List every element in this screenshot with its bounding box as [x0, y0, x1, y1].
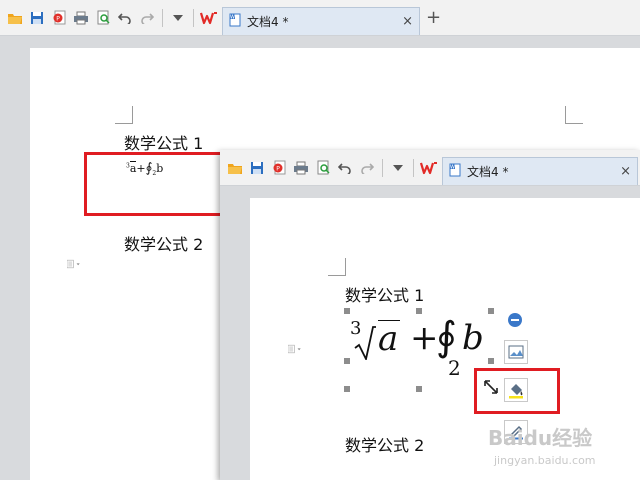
document-icon: W [229, 12, 241, 31]
watermark-url: jingyan.baidu.com [494, 454, 596, 467]
save-icon[interactable] [26, 7, 48, 29]
formula-lower-limit: 2 [448, 356, 461, 380]
formula-radicand: a [378, 319, 401, 359]
tab-close-button[interactable]: × [620, 164, 631, 179]
resize-handle[interactable] [488, 308, 494, 314]
resize-handle[interactable] [488, 358, 494, 364]
margin-corner-marker [328, 258, 346, 276]
heading-formula-2: 数学公式 2 [124, 235, 204, 254]
new-tab-button[interactable]: + [426, 7, 441, 28]
watermark-brand: Baidu经验 [488, 426, 593, 450]
resize-handle[interactable] [416, 308, 422, 314]
back-toolbar: P W 文档4 * × + [0, 0, 640, 36]
front-toolbar: P W 文档4 * × [220, 150, 640, 186]
formula-integral: ∮ [436, 314, 457, 360]
radical-sign-icon [354, 326, 376, 360]
heading-formula-1: 数学公式 1 [345, 286, 425, 305]
svg-text:W: W [450, 164, 455, 170]
margin-corner-marker [115, 106, 133, 124]
dropdown-icon[interactable] [167, 7, 189, 29]
document-icon: W [449, 162, 461, 181]
formula-plus: + [410, 318, 439, 358]
resize-handle[interactable] [344, 308, 350, 314]
export-pdf-icon[interactable]: P [48, 7, 70, 29]
resize-handle[interactable] [416, 386, 422, 392]
toolbar-separator [413, 158, 414, 177]
svg-text:P: P [56, 16, 60, 23]
highlight-box [474, 368, 560, 414]
svg-text:W: W [230, 14, 235, 20]
tab-title: 文档4 * [467, 164, 509, 179]
margin-corner-marker [565, 106, 583, 124]
formula-integrand: b [462, 318, 484, 358]
toolbar-separator [193, 8, 194, 27]
tab-document[interactable]: W 文档4 * × [442, 156, 638, 185]
paragraph-options-icon[interactable] [67, 257, 81, 271]
resize-handle[interactable] [344, 386, 350, 392]
dropdown-icon[interactable] [387, 157, 409, 179]
print-preview-icon[interactable] [92, 7, 114, 29]
layout-options-button[interactable] [504, 340, 528, 364]
collapse-minus-icon[interactable] [508, 313, 522, 327]
wps-logo-icon[interactable] [418, 157, 440, 179]
print-preview-icon[interactable] [312, 157, 334, 179]
wps-logo-icon[interactable] [198, 7, 220, 29]
open-folder-icon[interactable] [4, 7, 26, 29]
resize-handle[interactable] [344, 358, 350, 364]
undo-icon[interactable] [114, 7, 136, 29]
open-folder-icon[interactable] [224, 157, 246, 179]
tab-title: 文档4 * [247, 14, 289, 29]
export-pdf-icon[interactable]: P [268, 157, 290, 179]
svg-text:P: P [276, 166, 280, 173]
highlight-box [84, 152, 224, 216]
toolbar-separator [382, 158, 383, 177]
image-layout-icon [508, 345, 524, 359]
toolbar-separator [162, 8, 163, 27]
undo-icon[interactable] [334, 157, 356, 179]
save-icon[interactable] [246, 157, 268, 179]
print-icon[interactable] [70, 7, 92, 29]
heading-formula-1: 数学公式 1 [124, 134, 204, 153]
redo-icon[interactable] [136, 7, 158, 29]
tab-document[interactable]: W 文档4 * × [222, 6, 420, 35]
print-icon[interactable] [290, 157, 312, 179]
redo-icon[interactable] [356, 157, 378, 179]
tab-close-button[interactable]: × [402, 14, 413, 29]
heading-formula-2: 数学公式 2 [345, 436, 425, 455]
paragraph-options-icon[interactable] [288, 342, 302, 356]
